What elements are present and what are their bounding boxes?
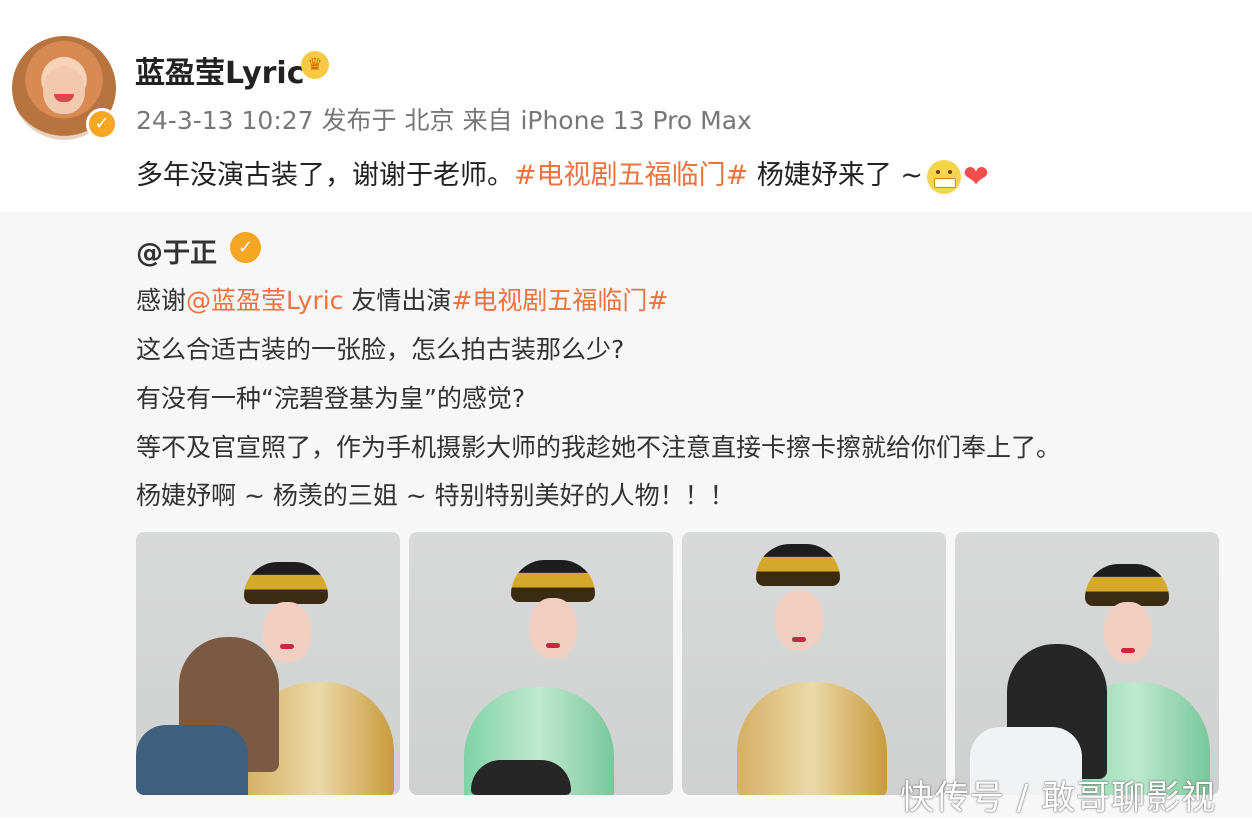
timestamp[interactable]: 24-3-13 10:27 (136, 106, 314, 135)
guest-appearance-text: 友情出演 (343, 286, 452, 315)
published-label: 发布于 (321, 106, 397, 135)
photo-gallery (136, 532, 1219, 795)
thanks-prefix: 感谢 (136, 286, 187, 315)
repost-line-1: 感谢@蓝盈莹Lyric 友情出演#电视剧五福临门# (136, 281, 668, 317)
repost-hashtag-link[interactable]: #电视剧五福临门# (451, 286, 668, 315)
grin-emoji-icon (927, 159, 962, 194)
lips (546, 643, 560, 648)
author-name[interactable]: 蓝盈莹Lyric (135, 48, 305, 92)
verified-badge-icon: ✓ (230, 232, 261, 263)
reposted-content: @于正 ✓ 感谢@蓝盈莹Lyric 友情出演#电视剧五福临门# 这么合适古装的一… (0, 212, 1252, 818)
crown-icon: ♛ (301, 51, 329, 79)
location: 北京 (404, 106, 455, 135)
actress-face (1104, 602, 1152, 662)
photo-thumbnail[interactable] (955, 532, 1219, 795)
lips (1121, 648, 1135, 653)
stylist-jacket (136, 725, 248, 795)
actress-face (529, 598, 577, 658)
actress-face (263, 602, 311, 662)
headdress (756, 544, 840, 586)
lips (280, 644, 294, 649)
repost-line-5: 杨婕妤啊 ~ 杨羡的三姐 ~ 特别特别美好的人物！！！ (136, 481, 735, 510)
verified-badge-icon: ✓ (86, 108, 118, 140)
heart-emoji-icon: ❤ (963, 158, 990, 195)
lips (792, 637, 806, 642)
source-label: 来自 (462, 106, 513, 135)
headdress (1085, 564, 1169, 606)
repost-line-4: 等不及官宣照了，作为手机摄影大师的我趁她不注意直接卡擦卡擦就给你们奉上了。 (136, 433, 1062, 462)
repost-line-2: 这么合适古装的一张脸，怎么拍古装那么少? (136, 335, 625, 364)
costume (737, 682, 887, 795)
post-text-before: 多年没演古装了，谢谢于老师。 (136, 160, 514, 191)
photo-thumbnail[interactable] (682, 532, 946, 795)
foreground-head (471, 760, 571, 795)
post-text: 多年没演古装了，谢谢于老师。#电视剧五福临门# 杨婕妤来了 ~ ❤ (136, 153, 989, 195)
headdress (244, 562, 328, 604)
device-name[interactable]: iPhone 13 Pro Max (520, 106, 751, 135)
photo-thumbnail[interactable] (136, 532, 400, 795)
watermark-text: 快传号 / 敢哥聊影视 (900, 778, 1217, 818)
repost-line-3: 有没有一种“浣碧登基为皇”的感觉? (136, 384, 526, 413)
hashtag-link[interactable]: #电视剧五福临门# (514, 160, 748, 191)
post-meta: 24-3-13 10:27 发布于 北京 来自 iPhone 13 Pro Ma… (136, 101, 752, 137)
photo-thumbnail[interactable] (409, 532, 673, 795)
repost-author[interactable]: @于正 (136, 231, 217, 270)
original-post: ✓ 蓝盈莹Lyric ♛ 24-3-13 10:27 发布于 北京 来自 iPh… (0, 0, 1252, 212)
post-text-after: 杨婕妤来了 ~ (748, 160, 924, 191)
avatar-face (43, 66, 85, 114)
mention-link[interactable]: @蓝盈莹Lyric (186, 286, 343, 315)
headdress (511, 560, 595, 602)
